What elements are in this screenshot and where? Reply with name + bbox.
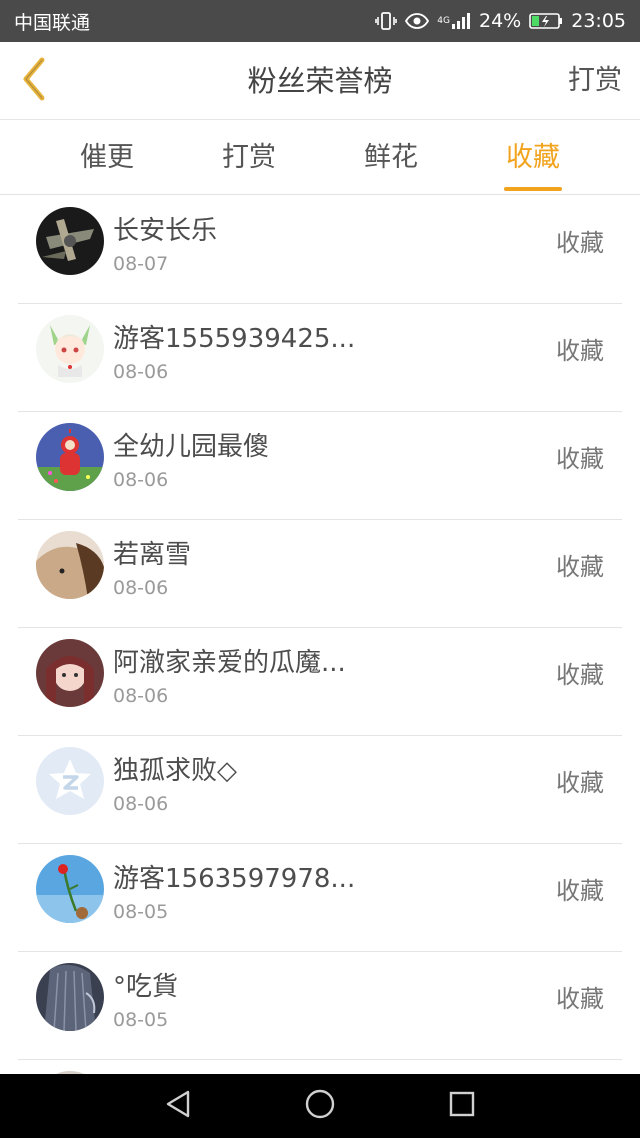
vibrate-icon (375, 11, 398, 31)
network-type: 4G (437, 15, 450, 26)
fan-name: 游客1563597978... (113, 864, 356, 894)
avatar (36, 963, 104, 1031)
fan-date: 08-07 (113, 253, 169, 275)
eye-icon (405, 12, 430, 30)
avatar (36, 315, 104, 383)
fan-date: 08-06 (113, 793, 169, 815)
fan-date: 08-05 (113, 1009, 169, 1031)
avatar (36, 531, 104, 599)
recents-square-icon (448, 1090, 476, 1122)
fan-name: 游客1555939425... (113, 324, 356, 354)
fan-action-type: 收藏 (556, 229, 604, 257)
chevron-left-icon (18, 56, 50, 106)
list-item[interactable]: 游客1563597978... 08-05 收藏 (0, 844, 640, 952)
list-item[interactable]: 游客1555939425... 08-06 收藏 (0, 304, 640, 412)
list-item[interactable]: 长安长乐 08-07 收藏 (0, 196, 640, 304)
active-tab-indicator (504, 187, 562, 191)
tab-label: 鲜花 (364, 142, 418, 173)
nav-recents-button[interactable] (442, 1086, 482, 1126)
fan-action-type: 收藏 (556, 985, 604, 1013)
fan-date: 08-06 (113, 685, 169, 707)
fan-date: 08-05 (113, 901, 169, 923)
reward-button[interactable]: 打赏 (568, 42, 622, 120)
tab-favorites[interactable]: 收藏 (463, 121, 603, 195)
list-item[interactable] (0, 1060, 640, 1074)
fan-action-type: 收藏 (556, 553, 604, 581)
tab-label: 打赏 (222, 142, 276, 173)
nav-home-button[interactable] (300, 1086, 340, 1126)
list-item[interactable]: 全幼儿园最傻 08-06 收藏 (0, 412, 640, 520)
fan-name: 若离雪 (113, 540, 192, 570)
fan-action-type: 收藏 (556, 661, 604, 689)
fan-name: 长安长乐 (113, 216, 218, 246)
fan-date: 08-06 (113, 577, 169, 599)
back-triangle-icon (164, 1089, 192, 1123)
tab-label: 催更 (80, 142, 134, 173)
battery-percent: 24% (479, 10, 522, 32)
fan-name: 阿澈家亲爱的瓜魔... (113, 648, 346, 678)
tab-urge[interactable]: 催更 (37, 121, 177, 195)
nav-back-button[interactable] (158, 1086, 198, 1126)
fan-date: 08-06 (113, 469, 169, 491)
fan-name: 全幼儿园最傻 (113, 432, 270, 462)
tab-bar: 催更 打赏 鲜花 收藏 (0, 121, 640, 195)
tab-label: 收藏 (506, 142, 560, 173)
fan-action-type: 收藏 (556, 337, 604, 365)
avatar (36, 207, 104, 275)
list-item[interactable]: 独孤求败◇ 08-06 收藏 (0, 736, 640, 844)
carrier-name: 中国联通 (14, 11, 91, 34)
status-icons: 4G 24% 23:05 (375, 10, 626, 32)
system-nav-bar (0, 1074, 640, 1138)
signal-icon: 4G (437, 12, 471, 30)
avatar (36, 747, 104, 815)
fan-name: 独孤求败◇ (113, 756, 237, 786)
fan-date: 08-06 (113, 361, 169, 383)
avatar (36, 423, 104, 491)
status-bar: 中国联通 4G 24% 23:05 (0, 0, 640, 42)
clock: 23:05 (571, 10, 626, 32)
list-item[interactable]: 阿澈家亲爱的瓜魔... 08-06 收藏 (0, 628, 640, 736)
page-title: 粉丝荣誉榜 (247, 64, 393, 98)
fan-name: °吃貨 (113, 972, 179, 1002)
avatar (36, 855, 104, 923)
list-item[interactable]: 若离雪 08-06 收藏 (0, 520, 640, 628)
avatar (36, 639, 104, 707)
back-button[interactable] (12, 56, 56, 106)
fan-action-type: 收藏 (556, 445, 604, 473)
fan-action-type: 收藏 (556, 877, 604, 905)
list-item[interactable]: °吃貨 08-05 收藏 (0, 952, 640, 1060)
battery-icon (529, 12, 563, 30)
tab-flowers[interactable]: 鲜花 (321, 121, 461, 195)
fan-action-type: 收藏 (556, 769, 604, 797)
home-circle-icon (304, 1088, 336, 1124)
tab-reward[interactable]: 打赏 (179, 121, 319, 195)
page-header: 粉丝荣誉榜 打赏 (0, 42, 640, 120)
fan-list[interactable]: 长安长乐 08-07 收藏 游客1555939425... 08-06 收藏 全… (0, 196, 640, 1074)
